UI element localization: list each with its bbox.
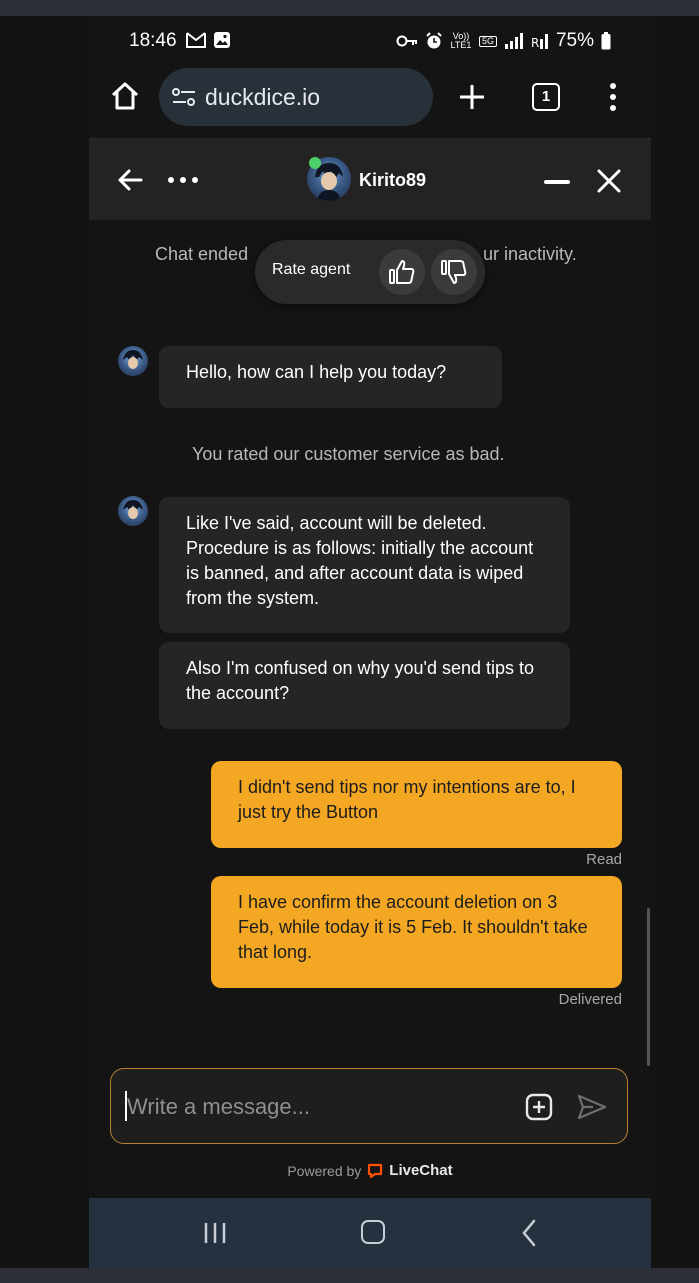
alarm-icon	[426, 32, 442, 49]
user-message-2: I have confirm the account deletion on 3…	[211, 876, 622, 988]
rate-agent-label: Rate agent	[272, 261, 351, 278]
agent-avatar-small	[118, 496, 148, 526]
chat-scrollbar[interactable]	[647, 908, 650, 1066]
status-right-icons: Vo)) LTE1 5G R 75%	[396, 30, 611, 52]
svg-text:R: R	[531, 36, 539, 49]
rate-agent-popup: Rate agent	[255, 240, 485, 304]
battery-icon	[601, 32, 611, 50]
online-status-dot	[309, 157, 321, 169]
agent-message-greeting: Hello, how can I help you today?	[159, 346, 502, 408]
browser-toolbar: duckdice.io 1	[89, 66, 651, 138]
url-text[interactable]: duckdice.io	[205, 84, 320, 111]
close-icon[interactable]	[597, 169, 621, 193]
status-time: 18:46	[129, 30, 177, 51]
battery-percent: 75%	[555, 30, 594, 51]
delivered-receipt: Delivered	[558, 991, 622, 1008]
chat-ended-text-left: Chat ended	[155, 244, 249, 264]
bottom-screen-edge	[0, 1268, 699, 1283]
back-arrow-icon[interactable]	[117, 167, 143, 193]
home-icon[interactable]	[109, 80, 141, 112]
message-composer	[110, 1068, 628, 1144]
volte-label: Vo)) LTE1	[450, 31, 472, 50]
text-caret	[125, 1091, 127, 1121]
notification-icons	[185, 31, 231, 49]
more-horiz-icon[interactable]	[167, 176, 199, 184]
status-bar: 18:46 Vo)) LTE1 5G R 75%	[89, 16, 651, 66]
site-settings-icon[interactable]	[171, 86, 197, 108]
chat-transcript[interactable]: Chat ended ur inactivity. Rate agent Hel…	[89, 220, 651, 1068]
address-bar[interactable]: duckdice.io	[159, 68, 433, 126]
composer-area: Powered by LiveChat	[89, 1068, 651, 1198]
fiveg-label: 5G	[478, 35, 497, 47]
agent-message-1: Like I've said, account will be deleted.…	[159, 497, 570, 633]
nav-back-icon[interactable]	[521, 1219, 537, 1247]
chat-header: Kirito89	[89, 138, 651, 221]
signal-icon	[504, 33, 523, 49]
attach-icon[interactable]	[525, 1093, 553, 1121]
thumbs-down-button[interactable]	[431, 249, 477, 295]
powered-by-footer[interactable]: Powered by LiveChat	[89, 1162, 651, 1179]
phone-screen: 18:46 Vo)) LTE1 5G R 75% duckdice.io 1 K…	[89, 16, 651, 1268]
powered-by-label: Powered by	[287, 1162, 362, 1179]
tabs-count-button[interactable]: 1	[532, 83, 560, 111]
android-nav-bar	[89, 1198, 651, 1268]
agent-avatar-small	[118, 346, 148, 376]
gallery-icon	[214, 32, 230, 48]
send-icon[interactable]	[577, 1093, 607, 1121]
rating-notice: You rated our customer service as bad.	[192, 444, 505, 464]
thumbs-down-icon	[441, 260, 467, 284]
new-tab-plus-icon[interactable]	[457, 82, 487, 112]
chat-ended-text-right: ur inactivity.	[483, 244, 577, 264]
top-screen-edge	[0, 0, 699, 16]
nav-home-icon[interactable]	[361, 1220, 385, 1244]
agent-message-2: Also I'm confused on why you'd send tips…	[159, 642, 570, 729]
vpn-key-icon	[396, 35, 417, 47]
message-input[interactable]	[125, 1089, 509, 1125]
livechat-logo-icon	[368, 1163, 383, 1178]
user-message-1: I didn't send tips nor my intentions are…	[211, 761, 622, 848]
recent-apps-icon[interactable]	[203, 1221, 227, 1245]
livechat-brand: LiveChat	[389, 1162, 453, 1179]
read-receipt: Read	[586, 851, 622, 868]
thumbs-up-button[interactable]	[379, 249, 425, 295]
more-vert-icon[interactable]	[607, 82, 619, 112]
signal-icon-2: R	[531, 34, 548, 49]
gmail-icon	[186, 32, 206, 48]
minimize-icon[interactable]	[544, 180, 570, 184]
thumbs-up-icon	[389, 260, 415, 284]
agent-name: Kirito89	[359, 170, 427, 190]
